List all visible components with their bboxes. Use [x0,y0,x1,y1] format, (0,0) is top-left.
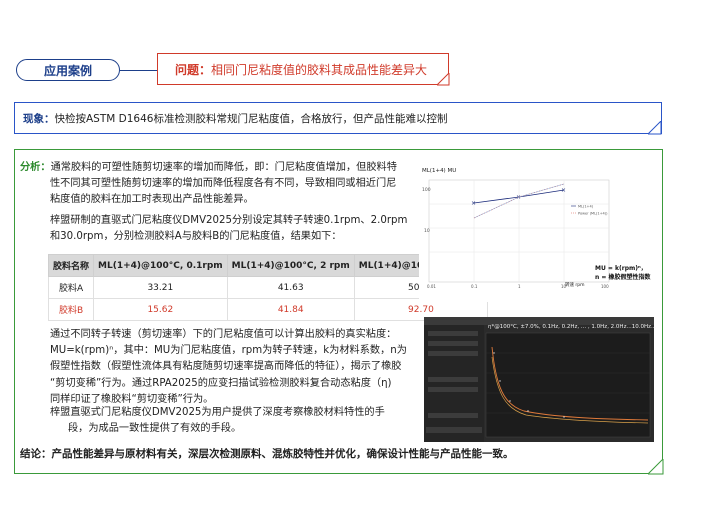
analysis-para3-line3: 假塑性指数（假塑性流体具有粘度随剪切速率提高而降低的特征），揭示了橡胶 [50,361,402,373]
note-line2: n = 橡胶假塑性指数 [595,274,651,281]
rpa-title: η*@100°C, ±7.0%, 0.1Hz, 0.2Hz, ... , 1.0… [488,324,657,330]
pill-connector-line [120,70,158,71]
chart-xtick: 100 [601,284,609,289]
analysis-para3-line1: 通过不同转子转速（剪切速率）下的门尼粘度值可以计算出胶料的真实粘度： [50,329,397,340]
table-cell: 41.84 [226,298,355,321]
analysis-para4-line1: 梓盟直驱式门尼粘度仪DMV2025为用户提供了深度考察橡胶材料特性的手 [50,407,385,418]
analysis-para1-line3: 粘度值的胶料在加工时表现出产品性能差异。 [50,194,254,206]
table-header: ML(1+4)@100°C, 0.1rpm [93,254,228,277]
question-box: 问题： 相同门尼粘度值的胶料其成品性能差异大 [157,53,449,85]
chart-xlabel: 转速 rpm [565,281,585,288]
note-line1: MU = k(rpm)ⁿ， [595,265,647,272]
mooney-power-chart: ML(1+4) MU 100 10 0.01 0.1 1 10 100 转速 r… [419,160,655,302]
rpa-screenshot-svg [424,317,654,442]
analysis-para1-line2: 性不同其可塑性随剪切速率的增加而降低程度各有不同，导致相同或相近门尼 [50,178,397,190]
rpa-screenshot: η*@100°C, ±7.0%, 0.1Hz, 0.2Hz, ... , 1.0… [424,317,657,442]
phenomenon-fold-corner [648,121,662,135]
chart-ytick: 100 [422,187,431,193]
analysis-key: 分析： [20,162,51,173]
chart-legend: ML(1+4) Power (ML(1+4)) [571,205,608,216]
analysis-para2-line2: 和30.0rpm，分别检测胶料A与胶料B的门尼粘度值，结果如下： [50,231,342,243]
table-cell: 15.62 [93,298,228,321]
chart-ylabel: ML(1+4) MU [422,168,456,174]
table-header: 胶料名称 [47,254,95,277]
question-text: 相同门尼粘度值的胶料其成品性能差异大 [211,62,428,77]
section-pill: 应用案例 [16,59,120,81]
legend-item: ML(1+4) [578,205,594,209]
analysis-para4: 梓盟直驱式门尼粘度仪DMV2025为用户提供了深度考察橡胶材料特性的手 段，为成… [50,405,420,437]
conclusion-key: 结论： [20,448,52,460]
chart-xtick: 1 [518,284,521,289]
analysis-para4-line2: 段，为成品一致性提供了有效的手段。 [68,423,242,435]
conclusion: 结论：产品性能差异与原材料有关，深层次检测原料、混炼胶特性并优化，确保设计性能与… [20,446,514,461]
series-a-point: × [471,200,476,207]
question-key: 问题： [175,62,212,77]
phenomenon-text: 快检按ASTM D1646标准检测胶料常规门尼粘度值，合格放行，但产品性能难以控… [54,112,448,125]
table-cell: 33.21 [93,276,228,299]
table-header: ML(1+4)@100°C, 2 rpm [226,254,355,277]
analysis-para2: 梓盟研制的直驱式门尼粘度仪DMV2025分别设定其转子转速0.1rpm、2.0r… [50,213,420,245]
chart-ytick: 10 [424,228,430,234]
analysis-para3: 通过不同转子转速（剪切速率）下的门尼粘度值可以计算出胶料的真实粘度： MU=k(… [50,327,420,408]
analysis-para1-line1: 通常胶料的可塑性随剪切速率的增加而降低，即：门尼粘度值增加，但胶料特 [50,162,397,173]
analysis-para3-line4: “剪切变稀”行为。通过RPA2025的应变扫描试验检测胶料复合动态粘度（η) [50,377,392,389]
conclusion-text: 产品性能差异与原材料有关，深层次检测原料、混炼胶特性并优化，确保设计性能与产品性… [51,448,514,460]
phenomenon-box: 现象： 快检按ASTM D1646标准检测胶料常规门尼粘度值，合格放行，但产品性… [14,102,662,134]
analysis-fold-corner [648,459,664,475]
power-law-note: MU = k(rpm)ⁿ， n = 橡胶假塑性指数 [595,264,650,282]
chart-xtick: 0.1 [471,284,478,289]
table-cell: 胶料B [47,298,95,321]
chart-xtick: 0.01 [427,284,436,289]
analysis-para2-line1: 梓盟研制的直驱式门尼粘度仪DMV2025分别设定其转子转速0.1rpm、2.0r… [50,215,408,226]
table-cell: 胶料A [47,276,95,299]
legend-item: Power (ML(1+4)) [578,212,608,216]
series-a-point: × [561,187,566,194]
analysis-para3-line2: MU=k(rpm)ⁿ，其中：MU为门尼粘度值，rpm为转子转速，k为材料系数，n… [50,345,407,357]
phenomenon-key: 现象： [23,112,55,125]
analysis-para1: 分析：通常胶料的可塑性随剪切速率的增加而降低，即：门尼粘度值增加，但胶料特 性不… [20,160,420,209]
table-cell: 41.63 [226,276,355,299]
question-fold-corner [437,73,450,86]
